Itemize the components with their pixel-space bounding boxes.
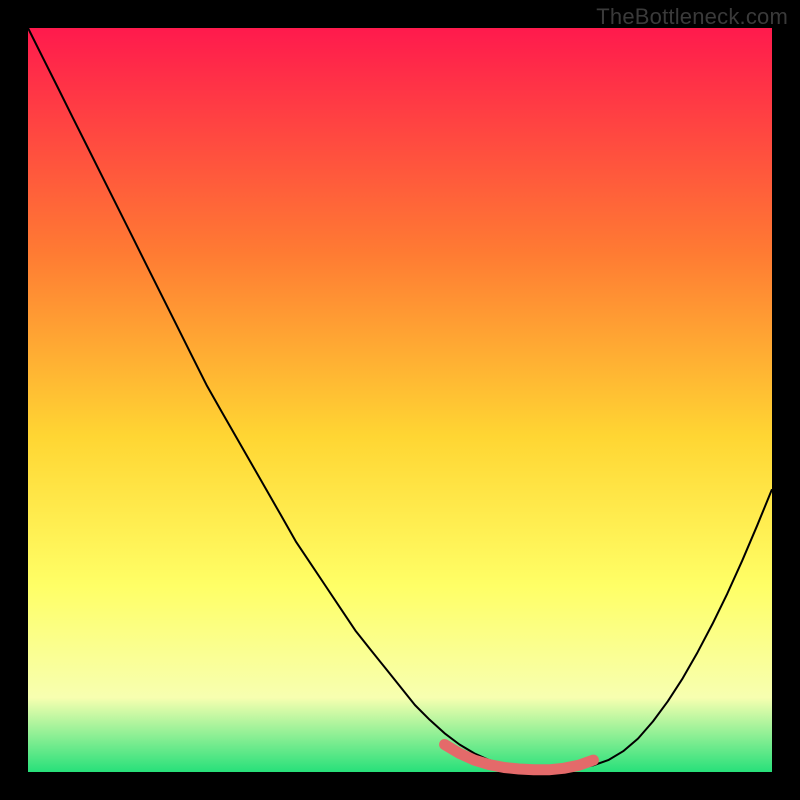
bottleneck-chart — [0, 0, 800, 800]
chart-gradient-area — [28, 28, 772, 772]
chart-stage: TheBottleneck.com — [0, 0, 800, 800]
watermark-text: TheBottleneck.com — [596, 4, 788, 30]
